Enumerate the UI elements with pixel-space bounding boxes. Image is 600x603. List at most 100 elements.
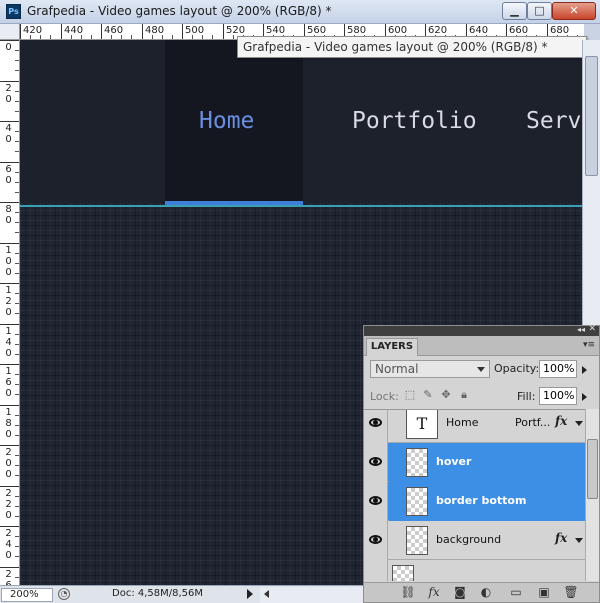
visibility-toggle[interactable] (364, 521, 388, 560)
fx-icon[interactable]: fx (555, 414, 567, 428)
ruler-minor-tick (15, 101, 19, 102)
ruler-label: 140 (5, 326, 12, 359)
lock-transparency-icon[interactable]: ⬚ (404, 389, 416, 401)
close-panel-icon[interactable]: ✕ (588, 324, 596, 334)
visibility-toggle[interactable] (364, 443, 388, 482)
nav-accent-line (20, 205, 582, 207)
lock-position-move-icon[interactable]: ✥ (440, 389, 452, 401)
panel-menu-icon[interactable]: ▾≡ (583, 340, 595, 350)
photoshop-app-icon[interactable]: Ps (6, 4, 21, 19)
trash-icon[interactable]: 🗑︎ (563, 585, 579, 600)
layer-content[interactable]: T Home Portf... fx (389, 410, 599, 443)
ruler-label: 180 (5, 407, 12, 440)
ruler-minor-tick (192, 35, 193, 39)
layer-row-partial[interactable] (364, 560, 599, 581)
ruler-minor-tick (15, 131, 19, 132)
nav-item-services: Servi (526, 108, 582, 134)
fill-field[interactable]: 100% (539, 387, 577, 405)
layer-content[interactable]: background fx (389, 521, 599, 560)
layer-content[interactable] (389, 560, 599, 581)
ruler-minor-tick (131, 35, 132, 39)
layer-name: Home (446, 416, 479, 429)
layer-content[interactable]: hover (389, 443, 599, 482)
scrollbar-thumb[interactable] (585, 56, 598, 176)
layers-panel-footer: ⛓ fx ◙ ◐ ▭ ▣ 🗑︎ (364, 582, 599, 602)
ruler-minor-tick (15, 212, 19, 213)
vertical-ruler[interactable]: 0 20 40 60 80 100 120 140 160 180 200 220 240 26 (0, 40, 20, 585)
expand-effects-arrow-icon[interactable] (575, 538, 583, 543)
close-button[interactable]: ✕ (552, 2, 596, 20)
ruler-minor-tick (15, 334, 19, 335)
ruler-minor-tick (15, 496, 19, 497)
layer-row-hover[interactable]: hover (364, 443, 599, 482)
collapse-panel-icon[interactable]: ◂◂ (577, 325, 585, 334)
minimize-button[interactable]: ▁ (502, 2, 527, 20)
layer-row-home[interactable]: T Home Portf... fx (364, 410, 599, 443)
ruler-major-tick (0, 243, 19, 244)
blend-mode-select[interactable]: Normal (370, 360, 490, 378)
status-bar: 200% ◔ Doc: 4,58M/8,56M (0, 585, 363, 603)
ruler-major-tick (20, 24, 21, 39)
layer-thumbnail (406, 526, 428, 555)
layer-row-border-bottom[interactable]: border bottom (364, 482, 599, 521)
maximize-button[interactable]: □ (527, 2, 552, 20)
panel-tab-bar: LAYERS ▾≡ (364, 336, 599, 356)
ruler-label: 200 (5, 447, 12, 480)
ruler-label: 40 (5, 123, 12, 145)
chevron-down-icon (477, 367, 485, 372)
document-size-info: Doc: 4,58M/8,56M (112, 588, 204, 599)
layer-row-background[interactable]: background fx (364, 521, 599, 560)
window-title: Grafpedia - Video games layout @ 200% (R… (27, 4, 332, 18)
canvas-vertical-scrollbar[interactable] (582, 40, 600, 328)
ruler-minor-tick (15, 425, 19, 426)
lock-all-padlock-icon[interactable]: 🔒︎ (458, 389, 470, 401)
fx-icon[interactable]: fx (426, 585, 442, 600)
lock-paint-brush-icon[interactable]: ✎ (422, 389, 434, 401)
fill-slider-arrow-icon[interactable] (582, 393, 587, 401)
visibility-toggle[interactable] (364, 482, 388, 521)
ruler-minor-tick (15, 50, 19, 51)
layer-name-extra: Portf... (515, 416, 551, 429)
opacity-slider-arrow-icon[interactable] (582, 366, 587, 374)
mask-icon[interactable]: ◙ (452, 585, 468, 600)
ruler-major-tick (223, 24, 224, 39)
ruler-minor-tick (15, 536, 19, 537)
layer-content[interactable]: border bottom (389, 482, 599, 521)
ruler-major-tick (101, 24, 102, 39)
ruler-major-tick (0, 486, 19, 487)
tab-layers[interactable]: LAYERS (366, 338, 418, 356)
canvas-horizontal-scrollbar[interactable] (260, 587, 363, 603)
folder-icon[interactable]: ▭ (508, 585, 524, 600)
ruler-minor-tick (15, 222, 19, 223)
expand-effects-arrow-icon[interactable] (575, 421, 583, 426)
ruler-minor-tick (15, 263, 19, 264)
status-info-icon[interactable]: ◔ (58, 588, 70, 600)
layers-scrollbar[interactable] (585, 409, 599, 581)
zoom-level-field[interactable]: 200% (1, 588, 53, 602)
ruler-minor-tick (15, 151, 19, 152)
opacity-field[interactable]: 100% (539, 360, 577, 378)
adjustment-icon[interactable]: ◐ (478, 585, 494, 600)
opacity-label: Opacity: (494, 362, 540, 375)
ruler-minor-tick (15, 70, 19, 71)
ruler-minor-tick (15, 374, 19, 375)
scroll-left-arrow-icon[interactable] (264, 590, 269, 598)
ruler-minor-tick (233, 35, 234, 39)
layers-panel: ◂◂ ✕ LAYERS ▾≡ Normal Opacity: 100% Lock… (363, 324, 600, 603)
ruler-minor-tick (15, 293, 19, 294)
visibility-toggle[interactable] (364, 560, 388, 581)
ruler-minor-tick (15, 111, 19, 112)
link-icon[interactable]: ⛓ (400, 585, 416, 600)
scrollbar-thumb[interactable] (587, 439, 598, 499)
new-layer-icon[interactable]: ▣ (536, 585, 552, 600)
ruler-major-tick (0, 526, 19, 527)
fx-icon[interactable]: fx (555, 531, 567, 545)
layer-name: hover (436, 455, 472, 468)
lock-label: Lock: (370, 390, 399, 403)
ruler-minor-tick (15, 415, 19, 416)
ruler-origin[interactable] (0, 24, 20, 40)
ruler-label: 20 (5, 83, 12, 105)
ruler-minor-tick (15, 303, 19, 304)
visibility-toggle[interactable] (364, 410, 388, 443)
status-menu-arrow-icon[interactable] (247, 589, 253, 599)
